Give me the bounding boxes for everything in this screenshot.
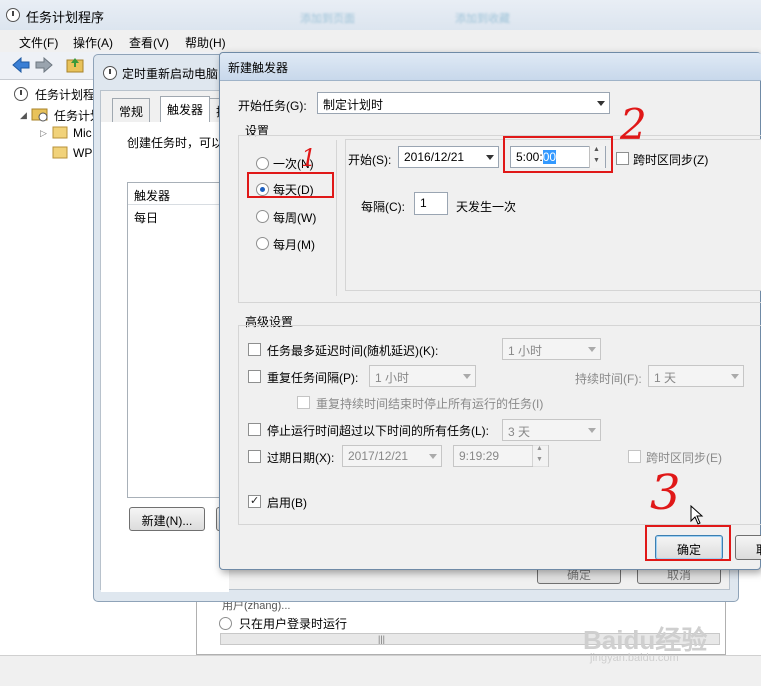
task-scheduler-icon	[6, 8, 20, 22]
tab-general[interactable]: 常规	[112, 98, 151, 122]
duration-label: 持续时间(F):	[575, 372, 642, 386]
main-titlebar	[0, 0, 761, 30]
trigger-list-header[interactable]: 触发器	[128, 183, 226, 205]
trigger-list-row[interactable]: 每日	[134, 209, 158, 226]
annotation-step-2: 2	[620, 100, 647, 149]
folder-up-icon[interactable]	[66, 56, 84, 73]
tree-item-mic[interactable]: Mic	[73, 126, 92, 140]
repeat-interval-value: 1 小时	[375, 371, 410, 385]
duration-value: 1 天	[654, 371, 677, 385]
repeat-checkbox[interactable]	[248, 370, 261, 383]
tree-expand-icon[interactable]: ◢	[20, 110, 27, 121]
task-library-folder-icon	[31, 108, 48, 122]
mouse-cursor-icon	[690, 505, 704, 525]
expire-label: 过期日期(X):	[267, 451, 335, 465]
expire-checkbox[interactable]	[248, 450, 261, 463]
tree-collapsed-icon[interactable]: ▷	[40, 128, 47, 139]
annotation-step-1: 1	[301, 144, 317, 172]
task-properties-title: 定时重新启动电脑	[122, 67, 219, 81]
menu-action[interactable]: 操作(A)	[73, 34, 113, 51]
stop-long-running-value: 3 天	[508, 425, 531, 439]
enabled-label: 启用(B)	[267, 496, 307, 510]
delay-value: 1 小时	[508, 344, 543, 358]
start-sync-timezone-checkbox[interactable]	[616, 152, 629, 165]
folder-icon	[52, 146, 68, 159]
settings-divider	[336, 140, 337, 296]
recur-days-input[interactable]: 1	[414, 192, 448, 215]
stop-long-running-select[interactable]: 3 天	[502, 419, 601, 441]
chevron-down-icon	[486, 155, 494, 160]
blurred-link-1: 添加到页面	[300, 13, 355, 25]
expire-sync-timezone-label: 跨时区同步(E)	[646, 451, 722, 465]
schedule-weekly-label[interactable]: 每周(W)	[273, 209, 316, 226]
new-trigger-titlebar	[220, 53, 761, 81]
main-window-title: 任务计划程序	[26, 10, 105, 25]
new-trigger-title: 新建触发器	[228, 61, 289, 75]
baidu-watermark-url: jingyan.baidu.com	[590, 652, 679, 664]
cancel-button[interactable]: 取	[735, 535, 761, 560]
begin-task-value: 制定计划时	[323, 98, 384, 112]
chevron-down-icon	[588, 347, 596, 352]
blurred-link-2: 添加到收藏	[455, 13, 510, 25]
menubar	[0, 30, 761, 52]
new-trigger-button[interactable]: 新建(N)...	[129, 507, 205, 531]
stop-long-running-label: 停止运行时间超过以下时间的所有任务(L):	[267, 424, 490, 438]
run-when-logged-on-label: 只在用户登录时运行	[239, 617, 348, 631]
schedule-once-radio[interactable]	[256, 157, 269, 170]
delay-label: 任务最多延迟时间(随机延迟)(K):	[267, 344, 439, 358]
expire-date-picker[interactable]: 2017/12/21	[342, 445, 442, 467]
folder-icon	[52, 126, 68, 139]
delay-checkbox[interactable]	[248, 343, 261, 356]
expire-sync-timezone-checkbox[interactable]	[628, 450, 641, 463]
scroll-thumb-grip[interactable]: |||	[378, 634, 385, 644]
tree-root-label[interactable]: 任务计划程	[35, 86, 95, 103]
forward-arrow-icon[interactable]	[35, 57, 53, 73]
enabled-checkbox[interactable]	[248, 494, 261, 508]
schedule-weekly-radio[interactable]	[256, 210, 269, 223]
tab-triggers[interactable]: 触发器	[160, 96, 211, 123]
trigger-list[interactable]	[127, 182, 227, 498]
begin-task-select[interactable]: 制定计划时	[317, 92, 610, 114]
run-when-logged-on-radio[interactable]	[219, 617, 232, 630]
delay-select[interactable]: 1 小时	[502, 338, 601, 360]
stop-all-at-end-label: 重复持续时间结束时停止所有运行的任务(I)	[316, 397, 544, 411]
annotation-step-3: 3	[650, 465, 681, 521]
chevron-down-icon	[463, 374, 471, 379]
begin-task-label: 开始任务(G):	[238, 99, 307, 113]
start-date-value: 2016/12/21	[404, 150, 465, 164]
chevron-down-icon	[731, 374, 739, 379]
highlight-start-time	[503, 136, 613, 173]
menu-file[interactable]: 文件(F)	[19, 34, 58, 51]
recur-label: 每隔(C):	[361, 200, 405, 214]
start-sync-timezone-label: 跨时区同步(Z)	[633, 153, 709, 167]
start-label: 开始(S):	[348, 153, 392, 167]
triggers-description: 创建任务时，可以	[127, 136, 224, 150]
chevron-down-icon	[597, 101, 605, 106]
highlight-ok-button	[645, 525, 731, 561]
navigation-tree	[0, 80, 100, 655]
schedule-monthly-radio[interactable]	[256, 237, 269, 250]
recur-unit-label: 天发生一次	[456, 200, 517, 214]
repeat-label: 重复任务间隔(P):	[267, 371, 359, 385]
expire-time-value: 9:19:29	[459, 449, 500, 463]
expire-date-value: 2017/12/21	[348, 449, 409, 463]
duration-select[interactable]: 1 天	[648, 365, 744, 387]
chevron-down-icon	[588, 428, 596, 433]
schedule-monthly-label[interactable]: 每月(M)	[273, 236, 315, 253]
tree-item-wp[interactable]: WP	[73, 146, 92, 160]
stop-long-running-checkbox[interactable]	[248, 423, 261, 436]
chevron-down-icon	[429, 454, 437, 459]
menu-view[interactable]: 查看(V)	[129, 34, 169, 51]
tree-root-icon	[14, 87, 28, 101]
menu-help[interactable]: 帮助(H)	[185, 34, 226, 51]
expire-time-field[interactable]: 9:19:29	[453, 445, 549, 467]
stop-all-at-end-checkbox[interactable]	[297, 396, 310, 409]
back-arrow-icon[interactable]	[12, 57, 30, 73]
repeat-interval-select[interactable]: 1 小时	[369, 365, 476, 387]
highlight-daily-option	[247, 172, 334, 198]
dialog-clock-icon	[103, 66, 117, 80]
time-spinner[interactable]	[532, 445, 548, 467]
start-date-picker[interactable]: 2016/12/21	[398, 146, 499, 168]
